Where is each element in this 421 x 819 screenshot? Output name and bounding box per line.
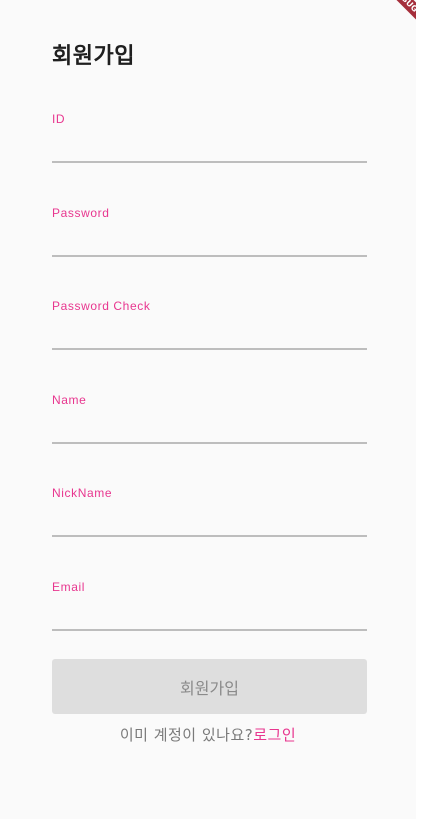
nickname-field[interactable]: NickName xyxy=(52,486,367,546)
id-field-underline xyxy=(52,161,367,163)
password-check-field-underline xyxy=(52,348,367,350)
screen-edge xyxy=(416,0,421,819)
login-prompt-row: 이미 계정이 있나요?로그인 xyxy=(0,724,416,745)
signup-button[interactable]: 회원가입 xyxy=(52,659,367,714)
nickname-field-label: NickName xyxy=(52,486,113,500)
name-field[interactable]: Name xyxy=(52,393,367,453)
id-field[interactable]: ID xyxy=(52,112,367,172)
nickname-field-underline xyxy=(52,535,367,537)
debug-banner: DEBUG xyxy=(378,0,416,27)
name-input[interactable] xyxy=(52,411,367,437)
password-field[interactable]: Password xyxy=(52,206,367,266)
page-title: 회원가입 xyxy=(52,44,135,69)
password-field-underline xyxy=(52,255,367,257)
email-field-label: Email xyxy=(52,580,86,594)
name-field-underline xyxy=(52,442,367,444)
email-field-underline xyxy=(52,629,367,631)
password-check-field-label: Password Check xyxy=(52,299,151,313)
id-input[interactable] xyxy=(52,130,367,156)
password-check-input[interactable] xyxy=(52,317,367,343)
id-field-label: ID xyxy=(52,112,66,126)
password-check-field[interactable]: Password Check xyxy=(52,299,367,359)
name-field-label: Name xyxy=(52,393,87,407)
nickname-input[interactable] xyxy=(52,504,367,530)
password-input[interactable] xyxy=(52,224,367,250)
signup-screen: 회원가입 ID Password Password Check Name Nic… xyxy=(0,0,416,819)
password-field-label: Password xyxy=(52,206,110,220)
login-link[interactable]: 로그인 xyxy=(253,726,296,744)
email-field[interactable]: Email xyxy=(52,580,367,640)
email-input[interactable] xyxy=(52,598,367,624)
login-prompt-text: 이미 계정이 있나요? xyxy=(119,726,254,744)
